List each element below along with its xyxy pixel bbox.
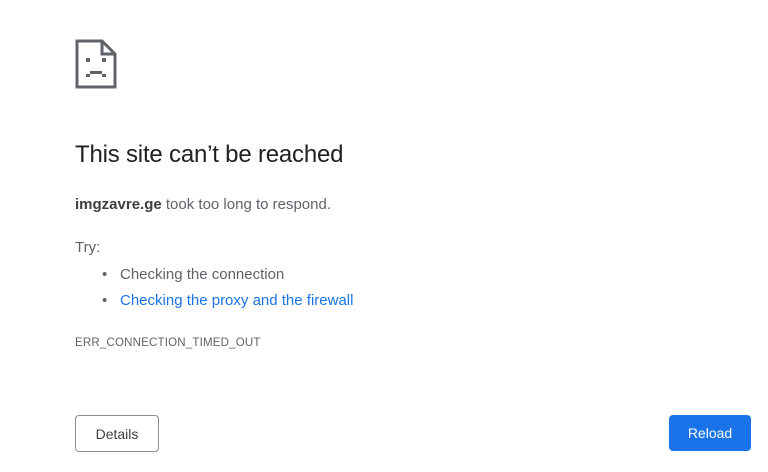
suggestion-item: • Checking the proxy and the firewall [75, 289, 353, 315]
error-page: This site can’t be reached imgzavre.ge t… [0, 0, 768, 472]
suggestion-list: • Checking the connection • Checking the… [75, 263, 353, 315]
suggestion-check-connection: Checking the connection [120, 266, 285, 283]
host-name: imgzavre.ge [75, 196, 162, 213]
bullet-icon: • [102, 266, 108, 283]
suggestion-item: • Checking the connection [75, 263, 353, 289]
proxy-firewall-link[interactable]: Checking the proxy and the firewall [120, 292, 353, 309]
error-description: imgzavre.ge took too long to respond. [75, 196, 331, 213]
error-message: took too long to respond. [161, 196, 332, 213]
error-code: ERR_CONNECTION_TIMED_OUT [75, 337, 261, 349]
reload-button[interactable]: Reload [669, 415, 751, 451]
page-title: This site can’t be reached [75, 141, 344, 168]
try-label: Try: [75, 239, 101, 256]
bullet-icon: • [102, 292, 108, 309]
sad-page-icon [75, 39, 117, 89]
details-button[interactable]: Details [75, 415, 159, 452]
